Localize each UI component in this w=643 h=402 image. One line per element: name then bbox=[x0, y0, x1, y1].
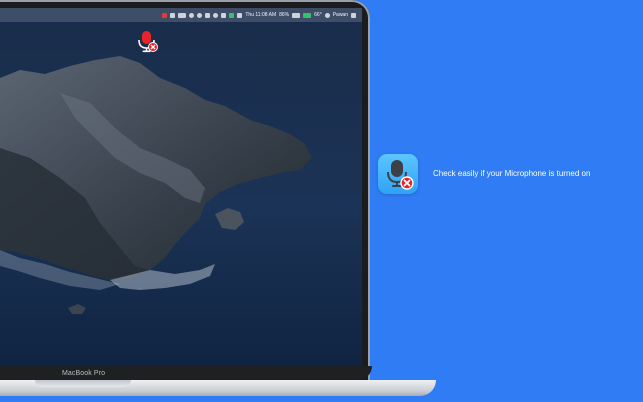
microphone-muted-icon bbox=[387, 160, 414, 190]
mic-off-icon[interactable] bbox=[162, 12, 168, 18]
menubar-battery[interactable]: 86% bbox=[279, 12, 289, 18]
volume-icon[interactable] bbox=[229, 12, 235, 18]
app-icon bbox=[378, 154, 418, 194]
desktop-wallpaper bbox=[0, 8, 362, 366]
at-icon[interactable] bbox=[189, 12, 195, 18]
screen-mic-muted-icon bbox=[138, 31, 158, 53]
grid-icon[interactable] bbox=[205, 12, 211, 18]
gear-icon[interactable] bbox=[197, 12, 203, 18]
promo-tagline: Check easily if your Microphone is turne… bbox=[433, 169, 591, 178]
laptop-screen: Thu 11:08 AM 86% 66° Pawan bbox=[0, 8, 362, 366]
window-icon[interactable] bbox=[178, 12, 187, 18]
menubar-user[interactable]: Pawan bbox=[333, 12, 348, 18]
menubar-datetime[interactable]: Thu 11:08 AM bbox=[245, 12, 276, 18]
stats-icon[interactable] bbox=[303, 12, 312, 18]
laptop-model-label: MacBook Pro bbox=[62, 370, 106, 377]
menubar-temperature[interactable]: 66° bbox=[314, 12, 322, 18]
laptop-chin bbox=[0, 366, 372, 380]
laptop-notch bbox=[35, 380, 131, 387]
screen-icon[interactable] bbox=[170, 12, 176, 18]
battery-icon[interactable] bbox=[292, 12, 301, 18]
clock-icon[interactable] bbox=[213, 12, 219, 18]
bluetooth-icon[interactable] bbox=[221, 12, 227, 18]
menu-bar: Thu 11:08 AM 86% 66° Pawan bbox=[0, 8, 362, 22]
search-icon[interactable] bbox=[324, 12, 330, 18]
wifi-icon[interactable] bbox=[237, 12, 243, 18]
control-center-icon[interactable] bbox=[351, 12, 356, 18]
